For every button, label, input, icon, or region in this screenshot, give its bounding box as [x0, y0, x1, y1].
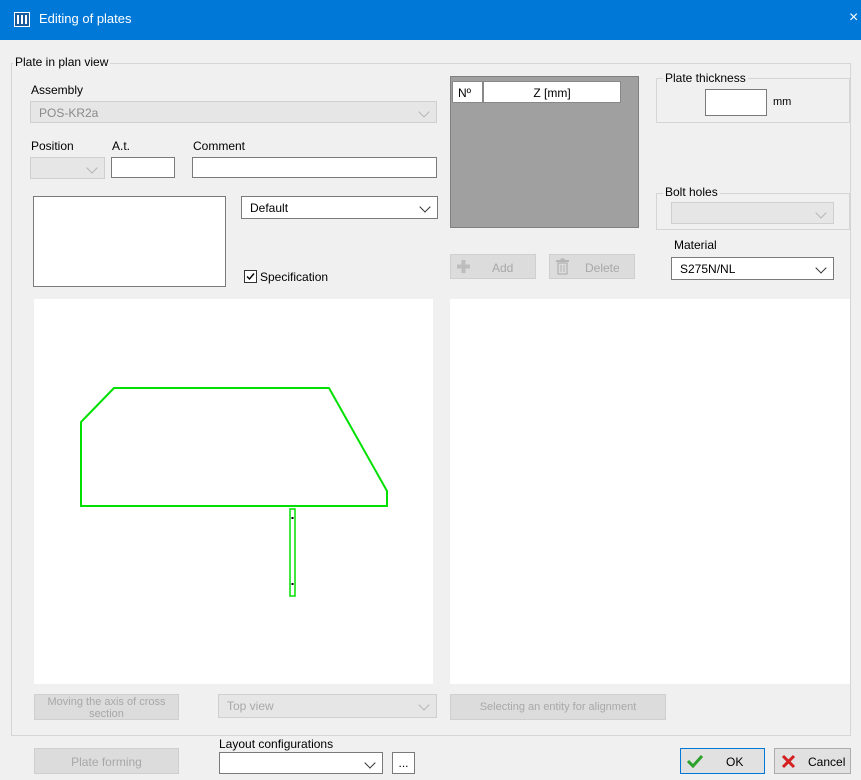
chevron-down-icon	[364, 757, 376, 769]
at-input[interactable]	[111, 157, 175, 178]
window-title: Editing of plates	[39, 11, 132, 26]
moving-axis-button[interactable]: Moving the axis of cross section	[34, 694, 179, 720]
thickness-unit: mm	[773, 96, 792, 108]
comment-input[interactable]	[192, 157, 437, 178]
delete-button[interactable]: Delete	[549, 254, 635, 279]
plate-forming-button[interactable]: Plate forming	[34, 748, 179, 774]
layout-select[interactable]	[219, 752, 383, 774]
chevron-down-icon	[815, 207, 827, 219]
cancel-button[interactable]: Cancel	[774, 748, 851, 774]
trash-icon	[556, 258, 569, 275]
plate-outline-drawing	[80, 387, 388, 597]
bolt-holes-select[interactable]	[671, 202, 834, 224]
close-icon[interactable]: ×	[849, 9, 858, 27]
chevron-down-icon	[815, 262, 827, 274]
assembly-value: POS-KR2a	[39, 106, 99, 120]
z-table-header-no: Nº	[452, 81, 483, 103]
style-select[interactable]: Default	[241, 196, 438, 219]
bolt-legend: Bolt holes	[663, 185, 720, 199]
check-icon	[687, 754, 703, 768]
position-label: Position	[31, 139, 74, 153]
comment-label: Comment	[193, 139, 246, 153]
layout-label: Layout configurations	[219, 737, 334, 751]
plate-group-legend: Plate in plan view	[13, 55, 111, 69]
position-select[interactable]	[30, 157, 105, 179]
ok-button[interactable]: OK	[680, 748, 765, 774]
thickness-input[interactable]	[705, 89, 767, 116]
view-select[interactable]: Top view	[218, 694, 437, 718]
chevron-down-icon	[419, 201, 431, 213]
chevron-down-icon	[418, 699, 430, 711]
style-value: Default	[250, 201, 289, 215]
material-value: S275N/NL	[680, 262, 736, 276]
specification-checkbox[interactable]	[244, 270, 257, 283]
specification-label: Specification	[260, 270, 329, 284]
z-table-header-z: Z [mm]	[483, 81, 621, 103]
section-drawing-panel[interactable]	[450, 299, 850, 684]
thickness-legend: Plate thickness	[663, 71, 748, 85]
plus-icon	[457, 260, 470, 273]
layout-more-button[interactable]: ...	[392, 752, 415, 774]
preview-box	[33, 196, 226, 287]
view-value: Top view	[227, 699, 274, 713]
plate-drawing-panel[interactable]	[34, 299, 433, 684]
assembly-label: Assembly	[31, 83, 84, 97]
cross-icon	[781, 754, 796, 769]
chevron-down-icon	[418, 106, 430, 118]
at-label: A.t.	[112, 139, 131, 153]
checkmark-icon	[246, 273, 255, 281]
material-label: Material	[674, 238, 717, 252]
add-button[interactable]: Add	[450, 254, 536, 279]
select-entity-button[interactable]: Selecting an entity for alignment	[450, 694, 666, 720]
app-icon	[14, 12, 30, 27]
chevron-down-icon	[86, 162, 98, 174]
material-select[interactable]: S275N/NL	[671, 257, 834, 280]
assembly-select[interactable]: POS-KR2a	[30, 101, 437, 123]
